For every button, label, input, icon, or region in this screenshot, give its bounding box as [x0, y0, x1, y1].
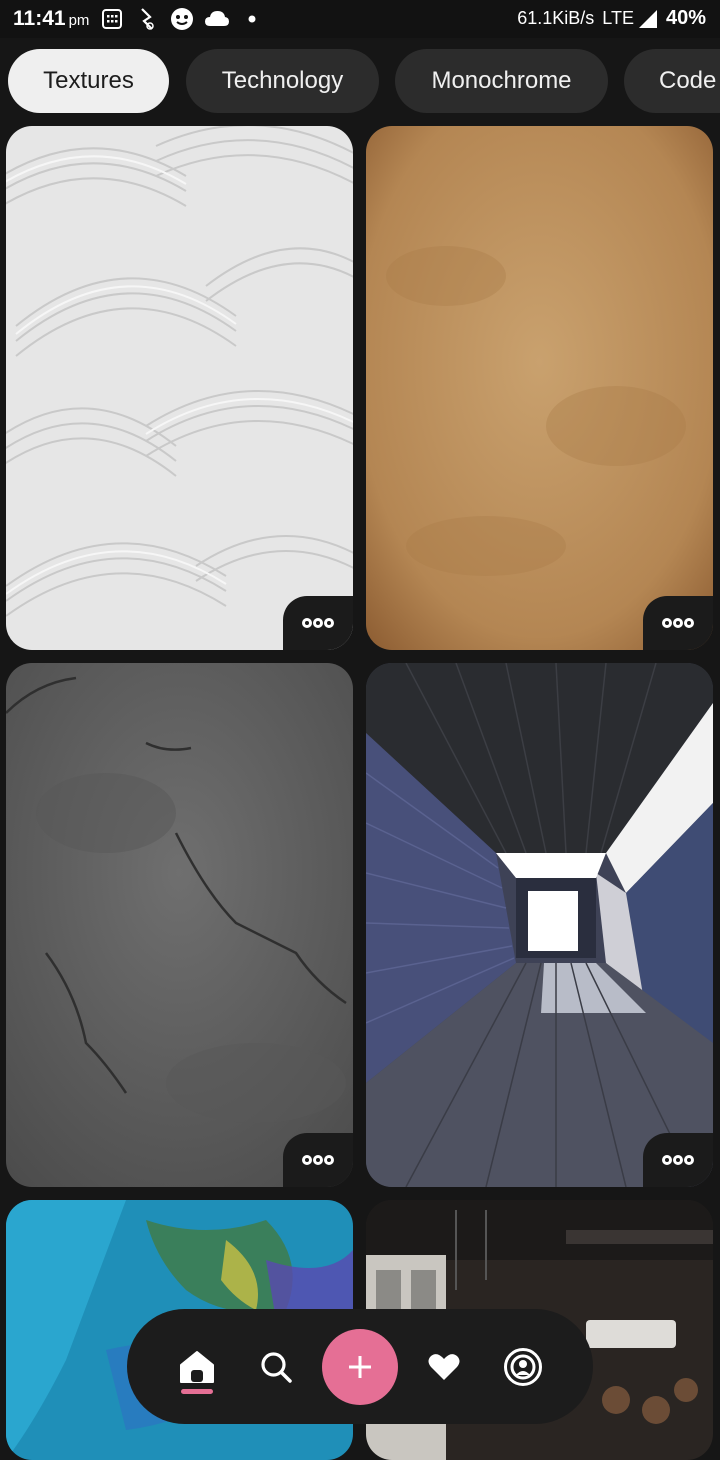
nav-profile[interactable] [493, 1309, 553, 1424]
add-button[interactable] [322, 1329, 398, 1405]
emoji-notification-icon [170, 8, 194, 30]
chip-textures[interactable]: Textures [8, 49, 169, 113]
more-dots-icon [302, 618, 334, 628]
network-type: LTE [602, 8, 634, 28]
more-options-button[interactable] [643, 596, 713, 650]
tunnel-image [366, 663, 713, 1187]
nav-home[interactable] [167, 1309, 227, 1424]
chip-technology[interactable]: Technology [186, 49, 379, 113]
status-right: 61.1KiB/s LTE 40% [517, 7, 706, 30]
signal-icon [638, 9, 658, 29]
more-dots-icon [662, 618, 694, 628]
wallpaper-card[interactable] [366, 126, 713, 650]
notification-dot-icon [248, 8, 256, 30]
time-value: 11:41 [13, 7, 66, 30]
more-options-button[interactable] [283, 596, 353, 650]
more-dots-icon [662, 1155, 694, 1165]
chip-monochrome[interactable]: Monochrome [395, 49, 608, 113]
more-options-button[interactable] [643, 1133, 713, 1187]
bottom-nav [127, 1309, 593, 1424]
nav-search[interactable] [247, 1309, 305, 1424]
status-bar: 11:41 pm 61.1KiB/s LTE 40% [0, 0, 720, 38]
chip-code[interactable]: Code [624, 49, 720, 113]
grey-stone-image [6, 663, 353, 1187]
battery-level: 40% [665, 7, 706, 29]
home-active-indicator [181, 1389, 213, 1394]
net-speed: 61.1KiB/s [517, 8, 595, 28]
white-plaster-image [6, 126, 353, 650]
calendar-icon [101, 8, 123, 30]
wallpaper-card[interactable] [6, 663, 353, 1187]
wallpaper-card[interactable] [6, 126, 353, 650]
app-notification-icon [138, 8, 156, 30]
brown-paper-image [366, 126, 713, 650]
heart-icon [428, 1353, 460, 1380]
profile-icon [504, 1347, 542, 1386]
nav-favorites[interactable] [415, 1309, 473, 1424]
status-time: 11:41 pm [13, 7, 89, 31]
more-options-button[interactable] [283, 1133, 353, 1187]
more-dots-icon [302, 1155, 334, 1165]
cloud-icon [204, 8, 230, 30]
wallpaper-card[interactable] [366, 663, 713, 1187]
home-icon [180, 1350, 214, 1383]
category-chips: Textures Technology Monochrome Code [0, 48, 720, 116]
search-icon [261, 1351, 292, 1383]
time-ampm: pm [68, 12, 90, 29]
add-icon [349, 1356, 371, 1378]
